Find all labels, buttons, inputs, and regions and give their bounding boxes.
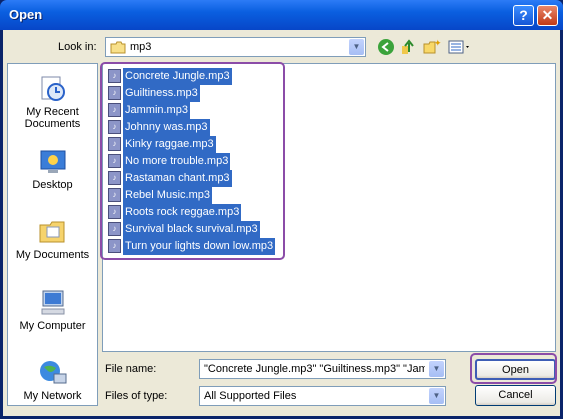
help-icon: ? — [519, 7, 528, 23]
place-label: My Recent Documents — [24, 106, 81, 130]
close-button[interactable]: ✕ — [537, 5, 558, 26]
up-one-level-button[interactable] — [400, 38, 418, 56]
file-name-field[interactable]: "Concrete Jungle.mp3" "Guiltiness.mp3" "… — [199, 359, 446, 379]
help-button[interactable]: ? — [513, 5, 534, 26]
title-bar[interactable]: Open ? ✕ — [0, 0, 563, 30]
file-name-value: "Concrete Jungle.mp3" "Guiltiness.mp3" "… — [204, 363, 425, 375]
place-label: My Documents — [15, 249, 90, 261]
open-dialog: Open ? ✕ Look in: mp3 ▼ ✦ My Recent Docu… — [0, 0, 563, 419]
my-computer-icon — [41, 290, 64, 315]
files-of-type-label: Files of type: — [105, 390, 168, 402]
chevron-down-icon[interactable]: ▼ — [349, 39, 364, 55]
my-documents-icon — [39, 221, 64, 243]
place-recent-documents[interactable]: My Recent Documents — [8, 74, 97, 130]
recent-documents-icon — [41, 76, 65, 101]
svg-text:✦: ✦ — [434, 38, 441, 48]
folder-icon — [110, 41, 126, 54]
new-folder-button[interactable]: ✦ — [423, 38, 442, 56]
back-arrow-icon — [378, 39, 394, 55]
place-desktop[interactable]: Desktop — [8, 147, 97, 191]
up-folder-icon — [402, 39, 414, 54]
desktop-icon — [40, 150, 65, 173]
cancel-button[interactable]: Cancel — [475, 385, 556, 406]
files-of-type-select[interactable]: All Supported Files ▼ — [199, 386, 446, 406]
new-folder-icon: ✦ — [423, 38, 442, 54]
window-title: Open — [9, 7, 43, 22]
place-my-network[interactable]: My Network — [8, 358, 97, 402]
place-label: My Computer — [19, 320, 86, 332]
look-in-combo[interactable]: mp3 ▼ — [105, 37, 366, 57]
place-my-computer[interactable]: My Computer — [8, 288, 97, 332]
place-my-documents[interactable]: My Documents — [8, 217, 97, 261]
back-button[interactable] — [377, 38, 395, 56]
place-label: Desktop — [32, 179, 73, 191]
close-icon: ✕ — [541, 7, 554, 23]
selection-highlight-outline — [100, 62, 285, 260]
open-button-highlight-outline — [470, 353, 557, 384]
look-in-value: mp3 — [130, 41, 152, 53]
file-name-label: File name: — [105, 363, 157, 375]
chevron-down-icon[interactable]: ▼ — [429, 388, 444, 404]
places-bar: My Recent Documents Desktop My Documents… — [7, 63, 98, 406]
files-of-type-value: All Supported Files — [204, 390, 297, 402]
place-label: My Network — [23, 390, 82, 402]
view-menu-button[interactable] — [448, 38, 472, 56]
look-in-label: Look in: — [58, 41, 97, 53]
dialog-body: Look in: mp3 ▼ ✦ My Recent Documents Des… — [3, 30, 560, 416]
view-menu-icon — [448, 40, 469, 54]
chevron-down-icon[interactable]: ▼ — [429, 361, 444, 377]
my-network-icon — [39, 361, 66, 384]
